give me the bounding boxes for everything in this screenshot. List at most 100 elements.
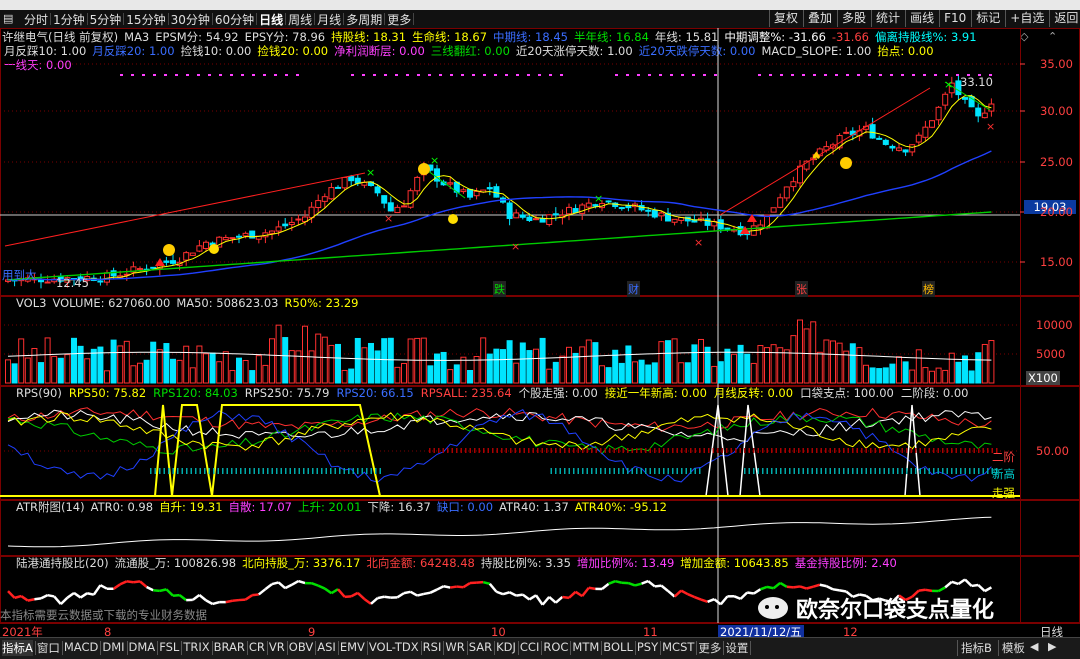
rps-signal-tick-red — [645, 448, 647, 453]
indicator-tab[interactable]: VR — [269, 640, 285, 654]
hk-line-segment — [582, 588, 589, 596]
indicator-tab[interactable]: ASI — [317, 640, 336, 654]
rps-signal-tick-red — [690, 448, 692, 453]
atr-line — [8, 517, 991, 547]
hk-line-segment — [292, 581, 299, 585]
hk-line-segment — [252, 594, 259, 595]
volume-bar — [124, 341, 129, 383]
hk-line-segment — [199, 595, 206, 600]
scroll-left-icon[interactable]: ◀ — [1030, 640, 1038, 653]
hk-line-segment — [985, 587, 992, 591]
indicator-tab[interactable]: DMI — [102, 640, 124, 654]
indicator-tab[interactable]: CCI — [520, 640, 539, 654]
low-prefix-label: 用到大 — [2, 268, 37, 282]
rps-signal-tick — [236, 468, 238, 474]
scroll-right-icon[interactable]: ▶ — [1048, 640, 1056, 653]
volume-bar — [494, 349, 499, 383]
candlestick — [507, 201, 512, 226]
indicator-tab[interactable]: TRIX — [183, 640, 209, 654]
rps-signal-tick-red — [605, 448, 607, 453]
hk-line-segment — [232, 600, 239, 601]
volume-bar — [144, 360, 149, 383]
hk-line-segment — [648, 581, 655, 586]
rps-signal-tick-red — [623, 448, 625, 453]
signal-dot — [362, 74, 365, 76]
event-marker[interactable]: 跌 — [493, 281, 506, 297]
indicator-tab-right[interactable]: 模板 — [998, 640, 1025, 656]
rps-signal-tick-red — [870, 448, 872, 453]
volume-bar — [217, 362, 222, 383]
signal-dot — [835, 74, 838, 76]
candle-body — [514, 213, 519, 218]
candle-body — [355, 178, 360, 183]
event-marker[interactable]: 张 — [795, 281, 808, 297]
indicator-tab[interactable]: PSY — [637, 640, 658, 654]
indicator-tab[interactable]: CR — [249, 640, 265, 654]
volume-bar — [349, 369, 354, 383]
indicator-tab[interactable]: SAR — [469, 640, 492, 654]
rps-signal-tick-red — [974, 448, 976, 453]
hk-line-segment — [127, 581, 134, 582]
indicator-tab[interactable]: 设置 — [725, 640, 748, 656]
tab-divider — [696, 641, 697, 655]
candle-body — [184, 253, 189, 260]
indicator-tab[interactable]: BOLL — [603, 640, 633, 654]
indicator-tab[interactable]: FSL — [159, 640, 179, 654]
rps-signal-tick — [839, 468, 841, 474]
price-axis-label: 20.00 — [1040, 205, 1073, 219]
indicator-tab[interactable]: 指标A — [2, 640, 33, 656]
hk-line-segment — [556, 597, 563, 603]
indicator-tab[interactable]: MTM — [572, 640, 599, 654]
rps-signal-tick — [605, 468, 607, 474]
indicator-tab-right[interactable]: 指标B — [957, 640, 992, 656]
rps-signal-tick-red — [704, 448, 706, 453]
indicator-tab[interactable]: RSI — [423, 640, 442, 654]
volume-bar — [435, 354, 440, 383]
rps-signal-tick — [245, 468, 247, 474]
hk-line-segment — [318, 586, 325, 589]
event-marker[interactable]: 榜 — [922, 281, 935, 297]
rps-signal-tick — [240, 468, 242, 474]
hk-line-segment — [549, 597, 556, 603]
indicator-tab[interactable]: 更多 — [698, 640, 721, 656]
smiley-icon — [163, 244, 175, 256]
event-marker[interactable]: 财 — [627, 281, 640, 297]
candle-body — [963, 98, 968, 100]
rps-signal-tick — [555, 468, 557, 474]
signal-dot — [252, 74, 255, 76]
volume-axis-label: 10000 — [1036, 318, 1073, 332]
rps-signal-tick — [834, 468, 836, 474]
indicator-tab[interactable]: VOL-TDX — [369, 640, 419, 654]
candle-body — [547, 215, 552, 225]
top-x-marker: × — [366, 166, 375, 179]
indicator-tab[interactable]: 窗口 — [37, 640, 60, 656]
indicator-value: ATR0: 0.98 — [91, 500, 153, 514]
price-axis-label: 35.00 — [1040, 57, 1073, 71]
signal-dot — [846, 74, 849, 76]
indicator-tab[interactable]: WR — [445, 640, 464, 654]
indicator-tab[interactable]: EMV — [340, 640, 365, 654]
rps-signal-tick-red — [776, 448, 778, 453]
signal-dot — [428, 74, 431, 76]
atr-indicator-row: ATR附图(14)ATR0: 0.98自升: 19.31自散: 17.07上升:… — [0, 500, 1020, 514]
candlestick — [461, 188, 466, 194]
indicator-tab[interactable]: ROC — [543, 640, 568, 654]
indicator-tab[interactable]: DMA — [129, 640, 156, 654]
indicator-tab[interactable]: KDJ — [496, 640, 516, 654]
candle-body — [223, 238, 228, 240]
candle-body — [798, 166, 803, 183]
date-axis: 2021年 8 9 10 11 12 2021/11/12/五 日线 — [0, 623, 1080, 638]
candlestick — [963, 97, 968, 104]
signal-dot — [912, 74, 915, 76]
indicator-tab[interactable]: BRAR — [214, 640, 245, 654]
signal-dot — [450, 74, 453, 76]
rps-signal-tick-red — [978, 448, 980, 453]
indicator-tab[interactable]: MACD — [64, 640, 98, 654]
volume-bar — [138, 363, 143, 383]
rps-signal-tick — [951, 468, 953, 474]
indicator-tab[interactable]: MCST — [662, 640, 694, 654]
rps-signal-tick-red — [564, 448, 566, 453]
candlestick — [474, 188, 479, 200]
rps-signal-tick — [177, 468, 179, 474]
indicator-tab[interactable]: OBV — [289, 640, 313, 654]
